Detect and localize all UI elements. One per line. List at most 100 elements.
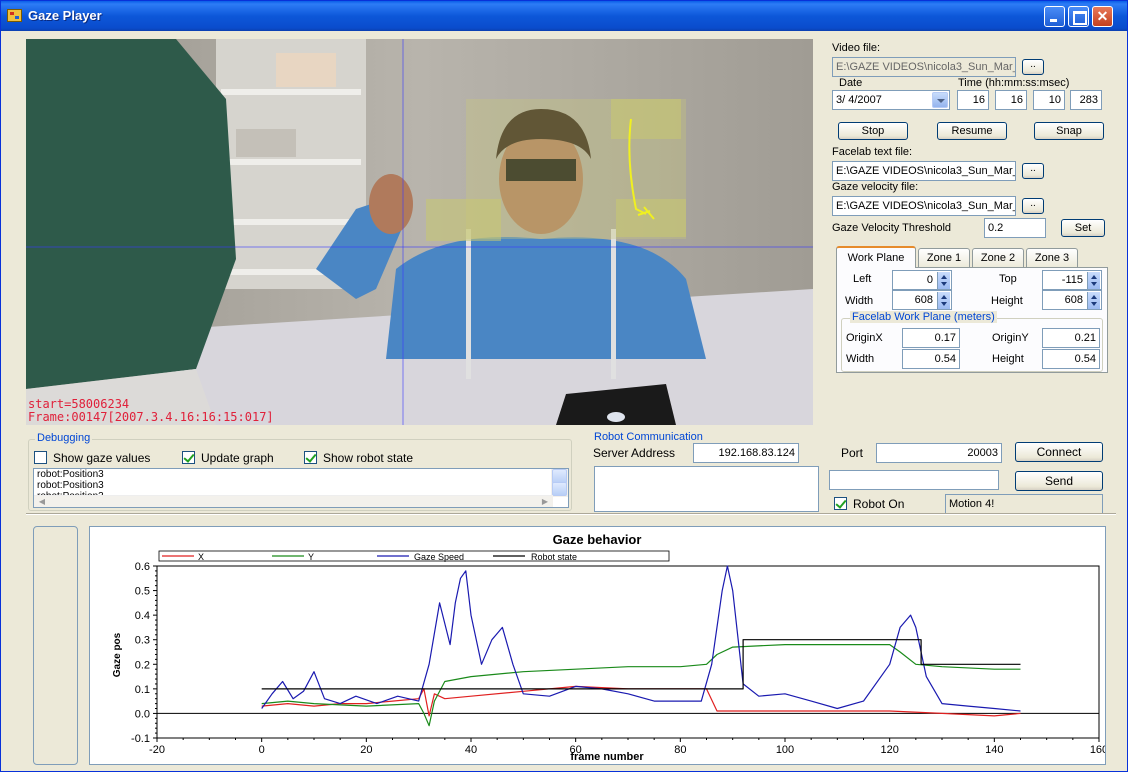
date-value: 3/ 4/2007 <box>836 94 882 106</box>
video-file-label: Video file: <box>832 42 881 54</box>
time-label: Time (hh:mm:ss:msec) <box>958 77 1070 89</box>
originy-field[interactable]: 0.21 <box>1042 328 1100 348</box>
legend-label: Gaze Speed <box>414 552 464 562</box>
main-window: Gaze Player ✕ start=58006234 Frame:00147… <box>0 0 1128 772</box>
tab-zone-3[interactable]: Zone 3 <box>1026 248 1078 268</box>
video-file-field[interactable]: E:\GAZE VIDEOS\nicola3_Sun_Mar_4_ <box>832 57 1016 77</box>
x-tick-label: -20 <box>149 744 165 756</box>
plot-area: -20 0 20 40 60 80 100 120 140 160 -0.1 0.0 0.1 0.2 0.3… <box>131 561 1108 756</box>
gaze-behavior-chart: Gaze behavior frame number Gaze pos X Y Ga… <box>89 526 1108 765</box>
top-label: Top <box>999 273 1017 285</box>
work-plane-panel: Left 0 Top -115 Width 608 Height 608 Fac… <box>836 267 1108 373</box>
port-label: Port <box>841 446 864 460</box>
scroll-right-icon[interactable]: ▶ <box>538 497 552 507</box>
show-robot-state-checkbox[interactable] <box>304 451 317 464</box>
minimize-icon <box>1045 7 1064 26</box>
x-tick-label: 100 <box>776 744 794 756</box>
date-label: Date <box>839 77 863 89</box>
list-item: robot:Position3 <box>37 469 104 480</box>
facelab-file-browse-button[interactable]: .. <box>1022 163 1044 179</box>
y-tick-label: 0.6 <box>135 561 150 573</box>
tab-zone-1[interactable]: Zone 1 <box>918 248 970 268</box>
scroll-down-icon[interactable] <box>552 482 567 496</box>
update-graph-checkbox[interactable] <box>182 451 195 464</box>
overlay-frame-text: Frame:00147[2007.3.4.16:16:15:017] <box>28 410 274 424</box>
port-field[interactable]: 20003 <box>876 443 1002 463</box>
server-address-label: Server Address <box>593 446 676 460</box>
x-tick-label: 60 <box>570 744 582 756</box>
tab-zone-2[interactable]: Zone 2 <box>972 248 1024 268</box>
date-picker[interactable]: 3/ 4/2007 <box>832 90 950 110</box>
video-frame[interactable]: start=58006234 Frame:00147[2007.3.4.16:1… <box>26 39 813 425</box>
scroll-left-icon[interactable]: ◀ <box>35 497 49 507</box>
x-tick-label: 120 <box>880 744 898 756</box>
spinner-arrows-icon[interactable] <box>1087 272 1100 289</box>
spinner-arrows-icon[interactable] <box>937 272 950 289</box>
send-message-field[interactable] <box>829 470 999 490</box>
facelab-work-plane-group: Facelab Work Plane (meters) OriginX 0.17… <box>841 311 1103 372</box>
server-address-field[interactable]: 192.168.83.124 <box>693 443 799 463</box>
height-label: Height <box>991 295 1023 307</box>
time-hours-field[interactable]: 16 <box>957 90 989 110</box>
window-title: Gaze Player <box>28 8 102 23</box>
resume-button[interactable]: Resume <box>937 122 1007 140</box>
snap-button[interactable]: Snap <box>1034 122 1104 140</box>
maximize-button[interactable] <box>1068 6 1089 27</box>
robot-on-label: Robot On <box>853 497 905 511</box>
gaze-velocity-file-field[interactable]: E:\GAZE VIDEOS\nicola3_Sun_Mar_4_ <box>832 196 1016 216</box>
close-button[interactable]: ✕ <box>1092 6 1113 27</box>
minimize-button[interactable] <box>1044 6 1065 27</box>
robot-on-checkbox[interactable] <box>834 497 847 510</box>
originx-label: OriginX <box>846 332 883 344</box>
width-label: Width <box>845 295 874 307</box>
time-seconds-field[interactable]: 10 <box>1033 90 1065 110</box>
originx-field[interactable]: 0.17 <box>902 328 960 348</box>
threshold-label: Gaze Velocity Threshold <box>832 222 952 234</box>
debugging-group: Debugging Show gaze values Update graph … <box>28 432 572 511</box>
series-line-x <box>261 685 1021 717</box>
y-tick-label: 0.3 <box>135 635 150 647</box>
debug-log-list[interactable]: robot:Position3 robot:Position3 robot:Po… <box>33 468 569 508</box>
send-button[interactable]: Send <box>1015 471 1103 491</box>
tab-work-plane[interactable]: Work Plane <box>836 246 916 268</box>
title-bar[interactable]: Gaze Player ✕ <box>1 1 1127 31</box>
connect-button[interactable]: Connect <box>1015 442 1103 462</box>
facelab-file-label: Facelab text file: <box>832 146 913 158</box>
facelab-height-field[interactable]: 0.54 <box>1042 349 1100 369</box>
width-spinner[interactable]: 608 <box>892 290 952 310</box>
horizontal-scrollbar[interactable]: ◀ ▶ <box>34 495 553 507</box>
left-value: 0 <box>926 274 933 286</box>
spinner-arrows-icon[interactable] <box>937 292 950 309</box>
robot-status-field: Motion 4! <box>945 494 1103 514</box>
update-graph-label: Update graph <box>201 451 274 465</box>
stop-button[interactable]: Stop <box>838 122 908 140</box>
section-divider <box>26 513 1116 515</box>
video-file-browse-button[interactable]: .. <box>1022 59 1044 75</box>
time-msec-field[interactable]: 283 <box>1070 90 1102 110</box>
originy-label: OriginY <box>992 332 1029 344</box>
robot-message-log[interactable] <box>594 466 819 512</box>
facelab-width-field[interactable]: 0.54 <box>902 349 960 369</box>
left-spinner[interactable]: 0 <box>892 270 952 290</box>
robot-communication-group: Robot Communication Server Address 192.1… <box>588 431 1111 514</box>
threshold-field[interactable]: 0.2 <box>984 218 1046 238</box>
plot-frame <box>156 565 1100 739</box>
time-minutes-field[interactable]: 16 <box>995 90 1027 110</box>
chart-svg: Gaze behavior frame number Gaze pos X Y Ga… <box>112 532 1108 763</box>
show-gaze-checkbox[interactable] <box>34 451 47 464</box>
gaze-velocity-file-browse-button[interactable]: .. <box>1022 198 1044 214</box>
chart-legend: X Y Gaze Speed Robot state <box>158 550 670 562</box>
close-icon: ✕ <box>1096 8 1109 24</box>
y-tick-label: -0.1 <box>131 733 150 745</box>
facelab-file-field[interactable]: E:\GAZE VIDEOS\nicola3_Sun_Mar_4_ <box>832 161 1016 181</box>
x-tick-label: 0 <box>259 744 265 756</box>
threshold-set-button[interactable]: Set <box>1061 219 1105 237</box>
facelab-work-plane-title: Facelab Work Plane (meters) <box>850 311 997 323</box>
height-spinner[interactable]: 608 <box>1042 290 1102 310</box>
top-spinner[interactable]: -115 <box>1042 270 1102 290</box>
y-tick-label: 0.2 <box>135 659 150 671</box>
vertical-scrollbar[interactable] <box>551 469 568 497</box>
spinner-arrows-icon[interactable] <box>1087 292 1100 309</box>
chevron-down-icon[interactable] <box>932 92 948 108</box>
y-tick-label: 0.0 <box>135 708 150 720</box>
